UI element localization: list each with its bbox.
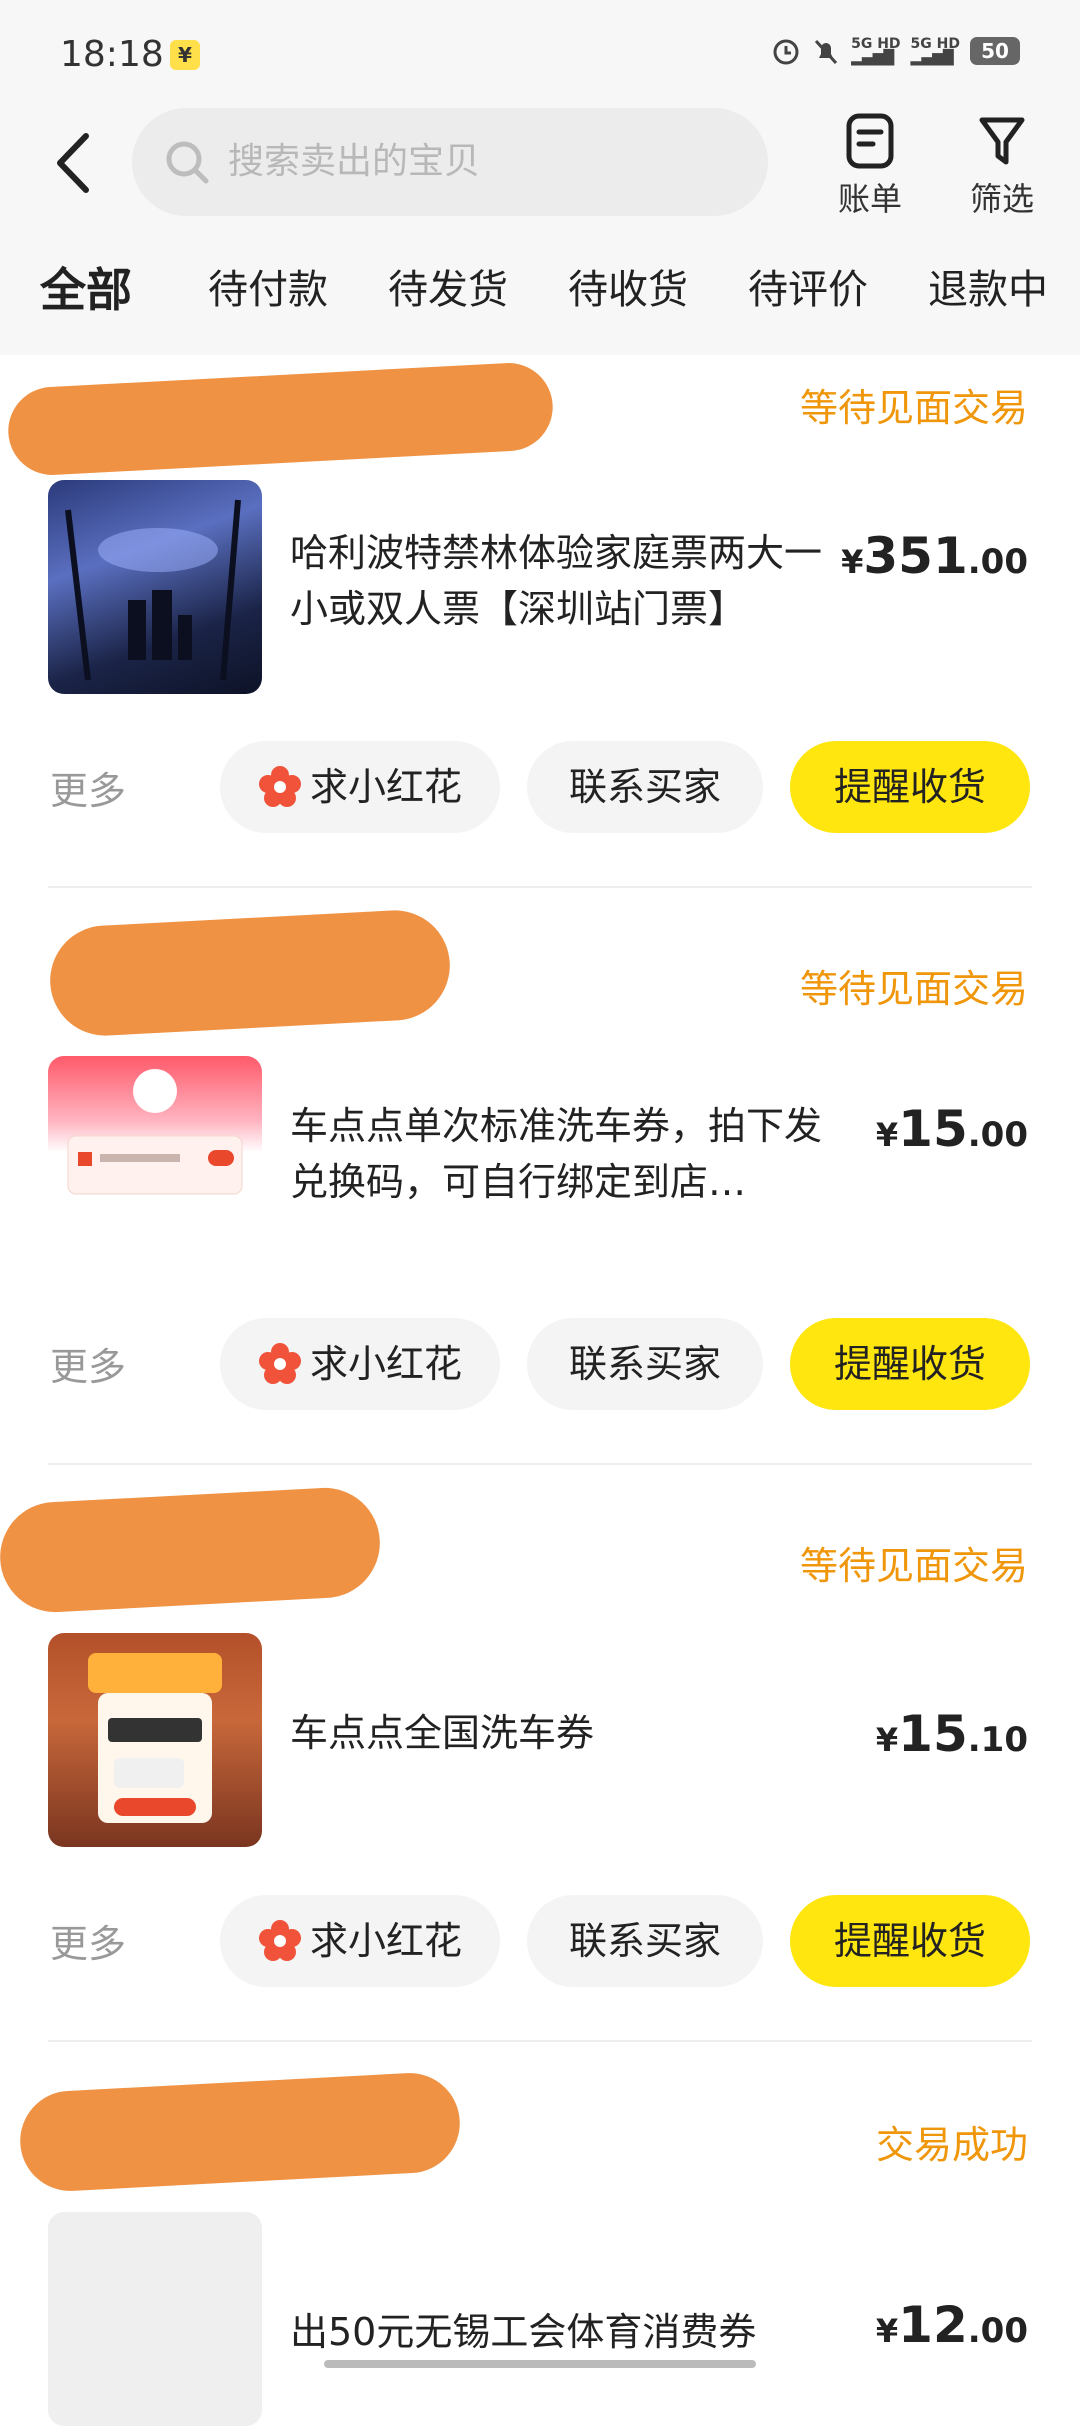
- more-button[interactable]: 更多: [50, 760, 126, 815]
- red-flower-icon: [258, 1342, 301, 1384]
- signal-2: 5G HD ▂▄▆█: [910, 36, 960, 66]
- product-title[interactable]: 出50元无锡工会体育消费券: [290, 2304, 850, 2360]
- order-card[interactable]: 交易成功 出50元无锡工会体育消费券 ¥12.00: [0, 2042, 1080, 2426]
- request-flower-button[interactable]: 求小红花: [220, 741, 500, 833]
- bill-button[interactable]: 账单: [815, 108, 925, 218]
- product-title[interactable]: 哈利波特禁林体验家庭票两大一小或双人票【深圳站门票】: [290, 525, 850, 637]
- order-status: 交易成功: [875, 2123, 1028, 2167]
- redacted-buyer-name: [47, 907, 453, 1039]
- tab-pending-payment[interactable]: 待付款: [208, 250, 328, 330]
- product-thumbnail[interactable]: [48, 1633, 262, 1847]
- status-time: 18:18: [60, 34, 164, 75]
- bill-icon: [846, 113, 894, 169]
- contact-buyer-button[interactable]: 联系买家: [527, 1895, 763, 1987]
- product-thumbnail[interactable]: [48, 480, 262, 694]
- battery-icon: 50: [970, 37, 1020, 65]
- product-title[interactable]: 车点点单次标准洗车券，拍下发兑换码，可自行绑定到店…: [290, 1098, 850, 1210]
- order-status: 等待见面交易: [799, 1544, 1028, 1588]
- product-price: ¥15.00: [875, 1100, 1028, 1158]
- tab-pending-receipt[interactable]: 待收货: [568, 250, 688, 330]
- signal-bars-icon: ▂▄▆█: [851, 50, 895, 66]
- order-status: 等待见面交易: [799, 967, 1028, 1011]
- red-flower-icon: [258, 765, 301, 807]
- order-tabs: 全部 待付款 待发货 待收货 待评价 退款中: [0, 250, 1080, 330]
- order-card[interactable]: 等待见面交易 车点点全国洗车券 ¥15.10 更多 求小红花 联系买家 提醒收货: [0, 1465, 1080, 2042]
- status-icons: 5G HD ▂▄▆█ 5G HD ▂▄▆█ 50: [771, 36, 1020, 66]
- order-card[interactable]: 等待见面交易 车点点单次标准洗车券，拍下发兑换码，可自行绑定到店… ¥15.00…: [0, 888, 1080, 1465]
- yen-badge-icon: ¥: [170, 40, 200, 70]
- signal-1: 5G HD ▂▄▆█: [851, 36, 901, 66]
- redacted-buyer-name: [6, 360, 555, 478]
- alarm-icon: [773, 39, 799, 65]
- more-button[interactable]: 更多: [50, 1913, 126, 1968]
- product-thumbnail[interactable]: [48, 2212, 262, 2426]
- request-flower-button[interactable]: 求小红花: [220, 1318, 500, 1410]
- product-price: ¥15.10: [875, 1705, 1028, 1763]
- contact-buyer-button[interactable]: 联系买家: [527, 741, 763, 833]
- search-icon: [166, 141, 209, 184]
- top-bar: 18:18 ¥ 5G HD ▂▄▆█ 5G HD ▂▄▆█ 50 搜索卖出的宝贝 账…: [0, 0, 1080, 355]
- tab-refunding[interactable]: 退款中: [928, 250, 1048, 330]
- tab-all[interactable]: 全部: [40, 250, 132, 330]
- bill-label: 账单: [837, 180, 902, 218]
- order-status: 等待见面交易: [799, 386, 1028, 430]
- product-title[interactable]: 车点点全国洗车券: [290, 1705, 850, 1761]
- more-button[interactable]: 更多: [50, 1336, 126, 1391]
- remind-receipt-button[interactable]: 提醒收货: [790, 741, 1030, 833]
- search-placeholder: 搜索卖出的宝贝: [228, 141, 481, 182]
- status-bar: 18:18 ¥ 5G HD ▂▄▆█ 5G HD ▂▄▆█ 50: [0, 30, 1080, 86]
- remind-receipt-button[interactable]: 提醒收货: [790, 1318, 1030, 1410]
- tab-pending-review[interactable]: 待评价: [748, 250, 868, 330]
- filter-button[interactable]: 筛选: [947, 108, 1057, 218]
- thumbnail-image-icon: [67, 1069, 243, 1195]
- thumbnail-image-icon: [88, 1653, 222, 1823]
- tab-pending-shipment[interactable]: 待发货: [388, 250, 508, 330]
- contact-buyer-button[interactable]: 联系买家: [527, 1318, 763, 1410]
- thumbnail-image-icon: [65, 499, 241, 681]
- redacted-buyer-name: [17, 2070, 463, 2194]
- remind-receipt-button[interactable]: 提醒收货: [790, 1895, 1030, 1987]
- filter-icon: [979, 117, 1025, 165]
- product-thumbnail[interactable]: [48, 1056, 262, 1270]
- product-price: ¥351.00: [841, 527, 1028, 585]
- home-indicator[interactable]: [324, 2360, 756, 2368]
- mute-bell-icon: [814, 39, 838, 65]
- redacted-buyer-name: [0, 1485, 383, 1615]
- order-card[interactable]: 等待见面交易 哈利波特禁林体验家庭票两大一小或双人票【深圳站门票】 ¥351.0…: [0, 355, 1080, 888]
- filter-label: 筛选: [969, 180, 1034, 218]
- red-flower-icon: [258, 1919, 301, 1961]
- signal-bars-icon: ▂▄▆█: [910, 50, 954, 66]
- search-input[interactable]: 搜索卖出的宝贝: [132, 108, 768, 216]
- product-price: ¥12.00: [875, 2296, 1028, 2354]
- back-arrow-icon[interactable]: [46, 130, 102, 196]
- request-flower-button[interactable]: 求小红花: [220, 1895, 500, 1987]
